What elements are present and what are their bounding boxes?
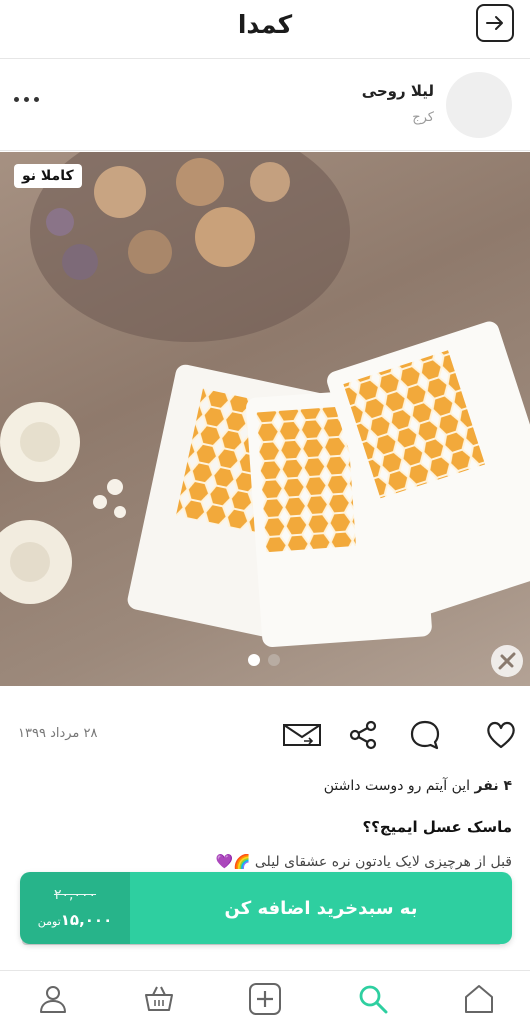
action-row: ۲۸ مرداد ۱۳۹۹ [0,712,530,760]
share-icon[interactable] [346,718,380,752]
watermark-logo-icon [491,645,523,677]
comment-icon[interactable] [408,718,442,752]
add-to-cart-button[interactable]: به سبدخرید اضافه کن [130,872,512,944]
old-price: ۲۰,۰۰۰ [53,887,97,903]
search-icon[interactable] [356,982,390,1016]
seller-divider [0,150,530,151]
carousel-dots[interactable] [248,654,280,666]
message-envelope-icon[interactable] [282,718,322,752]
product-image [0,152,530,647]
post-date: ۲۸ مرداد ۱۳۹۹ [18,726,98,741]
new-price: ۱۵,۰۰۰تومن [38,911,113,929]
likes-text: این آیتم رو دوست داشتن [323,778,471,794]
add-icon[interactable] [248,982,282,1016]
currency-label: تومن [37,915,61,928]
back-button[interactable] [476,4,514,42]
seller-row[interactable]: لیلا روحی کرج [0,62,530,150]
carousel-dot[interactable] [268,654,280,666]
more-dots-icon[interactable] [14,92,44,106]
seller-avatar[interactable] [446,72,512,138]
product-title: ماسک عسل ایمیج؟؟ [362,818,512,836]
seller-name[interactable]: لیلا روحی [362,82,434,100]
likes-summary[interactable]: ۴ نفر این آیتم رو دوست داشتن [324,778,512,794]
product-description: قبل از هرچیزی لایک یادتون نره عشقای لیلی… [215,854,512,870]
carousel-dot-active[interactable] [248,654,260,666]
likes-count[interactable]: ۴ نفر [475,778,512,794]
bottom-nav [0,974,530,1024]
arrow-right-icon [486,16,503,30]
header-divider [0,58,530,59]
like-heart-icon[interactable] [484,718,518,752]
brand-logo: کمدا [237,10,293,39]
seller-city: کرج [412,110,434,125]
profile-icon[interactable] [36,982,70,1016]
basket-icon[interactable] [142,982,176,1016]
price-box: ۲۰,۰۰۰ ۱۵,۰۰۰تومن [20,872,130,944]
bottom-nav-divider [0,970,530,971]
product-photo[interactable]: کاملا نو [0,152,530,686]
home-icon[interactable] [462,982,496,1016]
add-to-cart-bar[interactable]: ۲۰,۰۰۰ ۱۵,۰۰۰تومن به سبدخرید اضافه کن [20,872,512,944]
condition-badge: کاملا نو [14,164,82,188]
top-bar: کمدا [0,0,530,58]
new-price-value: ۱۵,۰۰۰ [60,911,113,929]
